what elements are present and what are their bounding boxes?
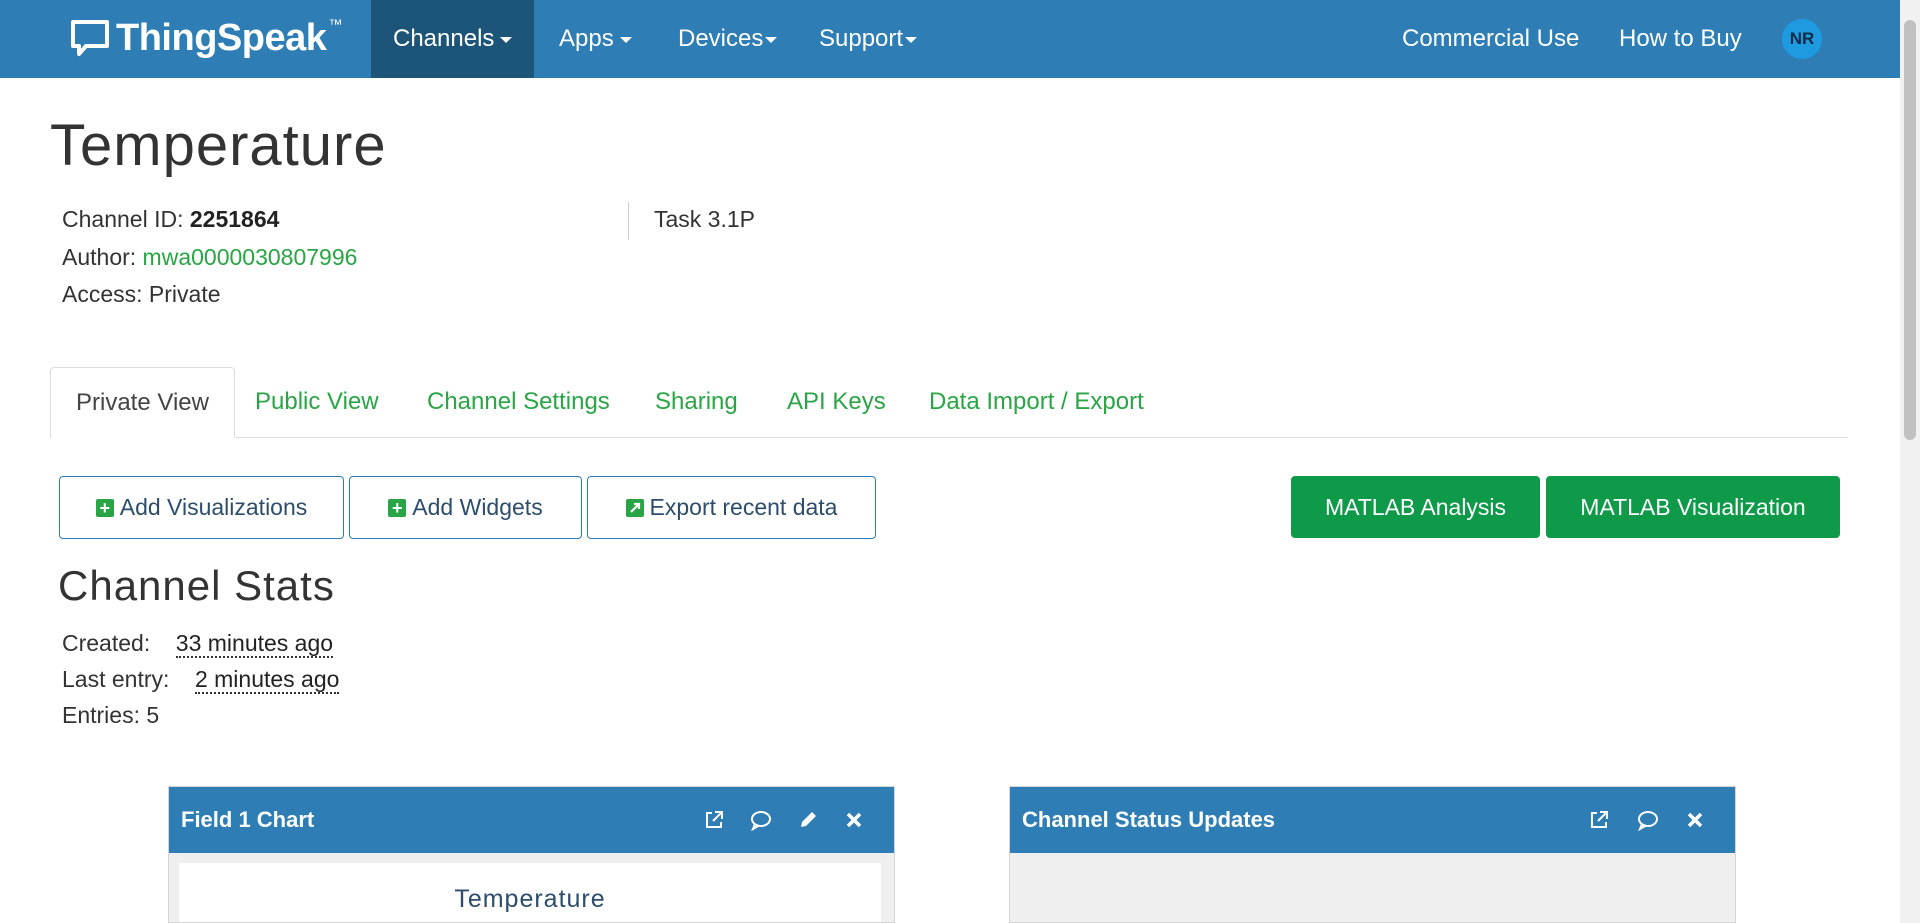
close-icon[interactable]: [1684, 809, 1706, 831]
entries-label: Entries:: [62, 702, 140, 728]
chart-title: Temperature: [454, 885, 606, 913]
tab-sharing[interactable]: Sharing: [630, 367, 763, 437]
export-recent-data-button[interactable]: Export recent data: [587, 476, 876, 539]
add-visualizations-button[interactable]: + Add Visualizations: [59, 476, 344, 539]
access-row: Access: Private: [62, 281, 221, 308]
close-icon[interactable]: [843, 809, 865, 831]
external-link-icon: [625, 498, 644, 517]
user-avatar[interactable]: NR: [1782, 19, 1822, 59]
caret-down-icon: [765, 36, 778, 43]
plus-square-icon: +: [388, 498, 407, 517]
add-widgets-label: Add Widgets: [412, 494, 543, 520]
channel-id-row: Channel ID: 2251864: [62, 206, 279, 233]
nav-devices-label: Devices: [678, 25, 764, 52]
brand-logo[interactable]: ThingSpeak ™: [70, 14, 342, 62]
field1-chart-header: Field 1 Chart: [169, 787, 894, 853]
matlab-analysis-button[interactable]: MATLAB Analysis: [1291, 476, 1540, 538]
scrollbar-thumb[interactable]: [1904, 20, 1916, 440]
created-row: Created: 33 minutes ago: [62, 630, 334, 658]
matlab-visualization-button[interactable]: MATLAB Visualization: [1546, 476, 1840, 538]
nav-channels[interactable]: Channels: [371, 0, 535, 78]
channel-status-title: Channel Status Updates: [1022, 807, 1276, 832]
caret-down-icon: [619, 36, 632, 43]
nav-devices[interactable]: Devices: [656, 0, 799, 78]
created-value: 33 minutes ago: [175, 630, 334, 658]
channel-status-panel: Channel Status Updates: [1009, 786, 1736, 923]
channel-id-label: Channel ID:: [62, 206, 184, 232]
tab-private-view[interactable]: Private View: [50, 367, 235, 438]
top-navbar: ThingSpeak ™ Channels Apps Devices Suppo…: [0, 0, 1900, 78]
add-widgets-button[interactable]: + Add Widgets: [349, 476, 582, 539]
author-link[interactable]: mwa0000030807996: [143, 244, 358, 270]
tab-data-import-export[interactable]: Data Import / Export: [904, 367, 1169, 437]
tab-public-view[interactable]: Public View: [230, 367, 404, 437]
caret-down-icon: [500, 36, 513, 43]
nav-apps[interactable]: Apps: [537, 0, 654, 78]
add-visualizations-label: Add Visualizations: [119, 494, 308, 520]
channel-id-value: 2251864: [189, 206, 280, 232]
access-value: Private: [148, 281, 221, 307]
trademark-symbol: ™: [328, 16, 343, 32]
field1-chart-area[interactable]: Temperature: [179, 863, 881, 922]
nav-channels-label: Channels: [393, 25, 495, 52]
export-recent-data-label: Export recent data: [649, 494, 838, 520]
author-label: Author:: [62, 244, 137, 270]
tab-channel-settings[interactable]: Channel Settings: [402, 367, 635, 437]
page-scrollbar[interactable]: [1900, 0, 1920, 923]
channel-description: Task 3.1P: [654, 206, 755, 232]
comment-icon[interactable]: [1637, 809, 1659, 831]
comment-icon[interactable]: [750, 809, 772, 831]
channel-tabs: Private View Public View Channel Setting…: [50, 367, 1848, 438]
last-entry-value: 2 minutes ago: [194, 666, 340, 694]
last-entry-row: Last entry: 2 minutes ago: [62, 666, 340, 694]
entries-value: 5: [146, 702, 160, 728]
tab-api-keys[interactable]: API Keys: [762, 367, 911, 437]
nav-apps-label: Apps: [559, 25, 614, 52]
entries-row: Entries: 5: [62, 702, 159, 729]
chat-bubble-logo-icon: [71, 20, 109, 56]
channel-stats-title: Channel Stats: [58, 562, 335, 609]
nav-support[interactable]: Support: [797, 0, 939, 78]
last-entry-label: Last entry:: [62, 666, 170, 692]
channel-status-header: Channel Status Updates: [1010, 787, 1735, 853]
open-external-icon[interactable]: [1588, 809, 1610, 831]
nav-commercial-use[interactable]: Commercial Use: [1380, 0, 1601, 78]
caret-down-icon: [905, 36, 918, 43]
page-title: Temperature: [50, 113, 387, 178]
field1-chart-panel: Field 1 Chart Temperature: [168, 786, 895, 923]
brand-name: ThingSpeak: [116, 16, 327, 59]
open-external-icon[interactable]: [703, 809, 725, 831]
field1-chart-title: Field 1 Chart: [181, 807, 315, 832]
access-label: Access:: [62, 281, 143, 307]
nav-how-to-buy[interactable]: How to Buy: [1597, 0, 1764, 78]
created-label: Created:: [62, 630, 151, 656]
plus-square-icon: +: [95, 498, 114, 517]
nav-support-label: Support: [819, 25, 904, 52]
author-row: Author: mwa0000030807996: [62, 244, 357, 271]
info-divider: [628, 202, 629, 240]
pencil-edit-icon[interactable]: [797, 809, 819, 831]
